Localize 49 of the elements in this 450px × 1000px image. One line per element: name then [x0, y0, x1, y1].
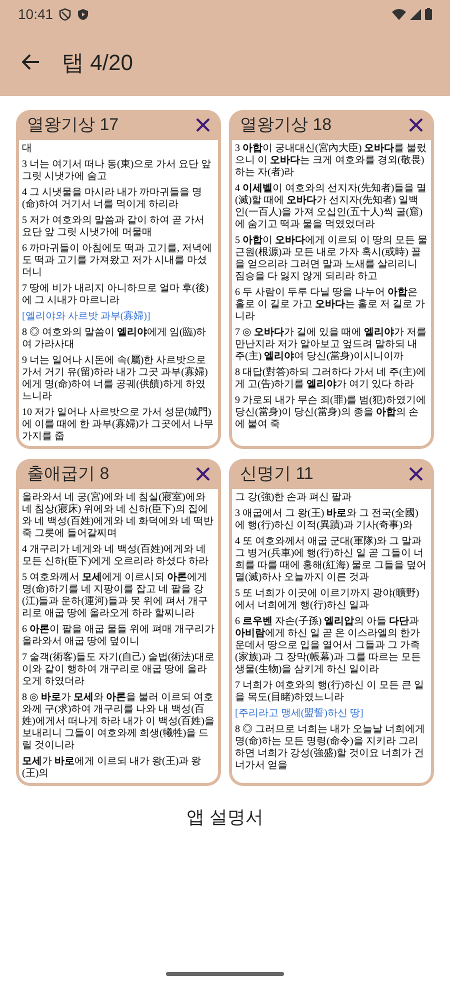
verse-text: 7 너희가 여호와의 행(行)하신 이 모든 큰 일을 목도(目睹)하였느니라 [235, 680, 426, 704]
verse-text: 4 개구리가 네게와 네 백성(百姓)에게와 네 모든 신하(臣下)에게 오르리라 하셨다 하라 [22, 544, 210, 568]
app-manual-link[interactable]: 앱 설명서 [174, 800, 276, 835]
verse-text: 9 너는 일어나 시돈에 속(屬)한 사르밧으로 가서 거기 유(留)하라 내가 그곳 과부(寡婦)에게 명(命)하여 너를 공궤(供饋)하게 하였느니라 [22, 355, 209, 403]
verse-text: 모세가 바로에게 이르되 내가 왕(王)과 왕(王)의 [22, 756, 202, 780]
close-icon[interactable] [409, 118, 423, 132]
verse-text: 6 까마귀들이 아침에도 떡과 고기를, 저녁에도 떡과 고기를 가져왔고 저가 시내를 마셨더니 [22, 243, 213, 279]
signal-icon [410, 8, 421, 20]
close-icon[interactable] [196, 118, 210, 132]
verse-text: 5 저가 여호와의 말씀과 같이 하여 곧 가서 요단 앞 그릿 시냇가에 머물매 [22, 215, 206, 239]
verse-text: 3 애굽에서 그 왕(王) 바로와 그 전국(全國)에 행(行)하신 이적(異蹟)과 기사(奇事)와 [235, 508, 420, 532]
shield-icon [59, 8, 72, 20]
shield-icon [77, 8, 90, 20]
status-time: 10:41 [18, 4, 54, 24]
close-icon[interactable] [196, 467, 210, 481]
app-bar-title: 탭 4/20 [62, 48, 133, 76]
verse-text: 3 너는 여기서 떠나 동(東)으로 가서 요단 앞 그릿 시냇가에 숨고 [22, 159, 212, 183]
verse-text: 8 ◎ 바로가 모세와 아론을 불러 이르되 여호와께 구(求)하여 개구리를 나와 내 백성(百姓)에게서 떠나게 하라 내가 이 백성(百姓)을 보내리니 그들이 여호와께 희생(犧牲)을 드릴 것이니라 [22, 692, 215, 752]
verse-text: 5 또 너희가 이곳에 이르기까지 광야(曠野)에서 너희에게 행(行)하신 일과 [235, 588, 420, 612]
battery-icon [425, 8, 432, 20]
verse-text: 5 여호와께서 모세에게 이르시되 아론에게 명(命)하기를 네 지팡이를 잡고 네 팔을 강(江)들과 운하(運河)들과 못 위에 펴서 개구리로 애굽 땅에 올라오게 하라 할찌니라 [22, 572, 209, 620]
tab-title: 열왕기상 17 [27, 114, 119, 136]
verse-text: 4 그 시냇물을 마시라 내가 까마귀들을 명(命)하여 거기서 너를 먹이게 하리라 [22, 187, 203, 211]
verse-text: 7 땅에 비가 내리지 아니하므로 얼마 후(後)에 그 시내가 마르니라 [22, 283, 210, 307]
verse-text: 6 아론이 팔을 애굽 물들 위에 펴매 개구리가 올라와서 애굽 땅에 덮이니 [22, 624, 215, 648]
close-icon[interactable] [409, 467, 423, 481]
wifi-icon [392, 8, 406, 20]
verse-text: 10 저가 일어나 사르밧으로 가서 성문(城門)에 이를 때에 한 과부(寡婦)가 그곳에서 나무가지를 줍 [22, 407, 215, 443]
back-icon[interactable] [22, 54, 40, 70]
verse-text: 7 술객(術客)들도 자기(自己) 술법(術法)대로 이와 같이 행하여 개구리로 애굽 땅에 올라오게 하였더라 [22, 652, 215, 688]
verse-text: 5 아합이 오바다에게 이르되 이 땅의 모든 물 근원(根源)과 모든 내로 가자 혹시(或時) 꼴을 얻으리라 그러면 말과 노새를 살리리니 짐승을 다 잃지 않게 되리라 하고 [235, 235, 428, 283]
verse-text: 올라와서 네 궁(宮)에와 네 침실(寢室)에와 네 침상(寢床) 위에와 네 신하(臣下)의 집에와 네 백성(百姓)에게와 네 화덕에와 네 떡반죽 그릇에 들어갈찌며 [22, 492, 215, 540]
verse-text: 6 르우벤 자손(子孫) 엘리압의 아들 다단과 아비람에게 하신 일 곧 온 이스라엘의 한가운데서 땅으로 입을 열어서 그들과 그 가족(家族)과 그 장막(帳幕)과 그를 따르는 모든 생물(生物)을 삼키게 하신 일이라 [235, 616, 422, 676]
verse-text: 3 아합이 궁내대신(宮內大臣) 오바다를 불렀으니 이 오바다는 크게 여호와를 경외(敬畏)하는 자(者)라 [235, 143, 428, 179]
verse-text: 4 이세벨이 여호와의 선지자(先知者)들을 멸(滅)할 때에 오바다가 선지자(先知者) 일백인(一百人)을 가져 오십인(五十人)씩 굴(窟)에 숨기고 떡과 물을 먹였었더라 [235, 183, 428, 231]
section-heading: [엘리야와 사르밧 과부(寡婦)] [22, 311, 152, 323]
verse-text: 7 ◎ 오바다가 길에 있을 때에 엘리야가 저를 만난지라 저가 알아보고 엎드려 말하되 내 주(主) 엘리야여 당신(當身)이시니이까 [235, 327, 428, 363]
verse-text: 9 가로되 내가 무슨 죄(罪)를 범(犯)하였기에 당신(當身)이 당신(當身)의 종을 아합의 손에 붙여 죽 [235, 395, 427, 431]
verse-text: 8 대답(對答)하되 그러하다 가서 네 주(主)에게 고(告)하기를 엘리야가 여기 있다 하라 [235, 367, 427, 391]
section-heading: [주리라고 맹세(盟誓)하신 땅] [235, 708, 364, 720]
verse-text: 그 강(強)한 손과 펴신 팔과 [235, 492, 353, 504]
verse-text: 대 [22, 143, 33, 155]
verse-text: 8 ◎ 여호와의 말씀이 엘리야에게 임(臨)하여 가라사대 [22, 327, 208, 351]
verse-text: 4 또 여호와께서 애굽 군대(軍隊)와 그 말과 그 병거(兵車)에 행(行)하신 일 곧 그들이 너희를 따를 때에 홍해(紅海) 물로 그들을 덮어 멸(滅)하사 오늘까지 이른 것과 [235, 536, 428, 584]
tab-title: 열왕기상 18 [240, 114, 332, 136]
tab-title: 출애굽기 8 [27, 463, 110, 486]
verse-text: 6 두 사람이 두루 다닐 땅을 나누어 아합은 홀로 이 길로 가고 오바다는 홀로 저 길로 가니라 [235, 287, 426, 323]
tab-title: 신명기 11 [240, 463, 314, 486]
verse-text: 8 ◎ 그러므로 너희는 내가 오늘날 너희에게 명(命)하는 모든 명령(命令)을 지키라 그리하면 너희가 강성(強盛)할 것이요 너희가 건너가서 얻을 [235, 724, 426, 772]
